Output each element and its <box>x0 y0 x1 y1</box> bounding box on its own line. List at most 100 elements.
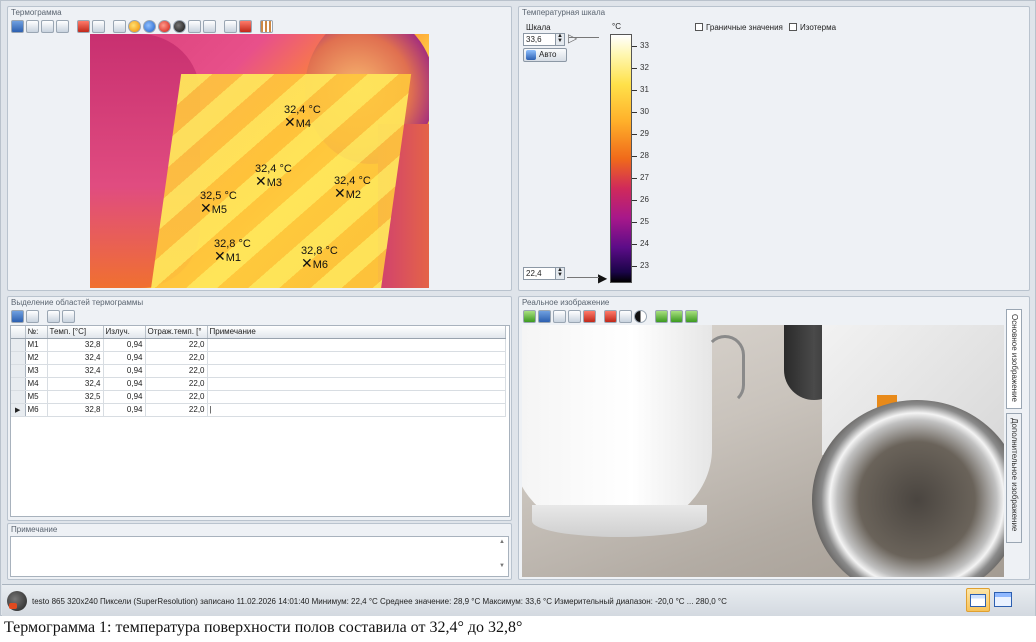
column-header-id[interactable]: №: <box>25 326 48 339</box>
cell-emissivity[interactable]: 0,94 <box>103 390 146 404</box>
print-icon[interactable] <box>41 19 54 33</box>
copy-icon[interactable] <box>26 309 39 323</box>
cell-id[interactable]: M1 <box>25 338 48 352</box>
cell-emissivity[interactable]: 0,94 <box>103 351 146 365</box>
cold-spot-icon[interactable] <box>143 19 156 33</box>
thermogram-image[interactable]: 32,4 °C ✕M4 32,4 °C ✕M3 32,4 °C ✕M2 32,5 °C… <box>90 34 429 288</box>
cell-reflected-temp[interactable]: 22,0 <box>145 364 208 378</box>
save-icon[interactable] <box>538 309 551 323</box>
cell-reflected-temp[interactable]: 22,0 <box>145 377 208 391</box>
isotherm-checkbox[interactable]: Изотерма <box>789 23 836 32</box>
histogram-icon[interactable] <box>188 19 201 33</box>
cell-id[interactable]: M3 <box>25 364 48 378</box>
cell-emissivity[interactable]: 0,94 <box>103 364 146 378</box>
row-header[interactable] <box>11 390 26 404</box>
cell-temp[interactable]: 32,8 <box>47 338 104 352</box>
tab-extra-image[interactable]: Дополнительное изображение <box>1006 413 1022 543</box>
table-row[interactable]: M4 32,4 0,94 22,0 <box>11 377 506 391</box>
flip-icon[interactable] <box>619 309 632 323</box>
delete-icon[interactable] <box>583 309 596 323</box>
cell-temp[interactable]: 32,4 <box>47 351 104 365</box>
cell-temp[interactable]: 32,4 <box>47 377 104 391</box>
cell-note[interactable]: | <box>207 403 506 417</box>
measure-point-icon[interactable] <box>128 19 141 33</box>
delete-row-icon[interactable] <box>47 309 60 323</box>
cell-note[interactable] <box>207 390 506 404</box>
pointer-icon[interactable] <box>62 309 75 323</box>
palette-icon[interactable] <box>604 309 617 323</box>
zoom-in-icon[interactable] <box>655 309 668 323</box>
palette-icon[interactable] <box>77 19 90 33</box>
table-row[interactable]: M5 32,5 0,94 22,0 <box>11 390 506 404</box>
multi-view-button[interactable] <box>994 590 1016 610</box>
column-header-emissivity[interactable]: Излуч. <box>103 326 146 339</box>
zoom-out-icon[interactable] <box>670 309 683 323</box>
delete-icon[interactable] <box>239 19 252 33</box>
checkbox-icon[interactable] <box>789 23 797 31</box>
single-view-button[interactable] <box>966 588 990 612</box>
spin-arrows-icon[interactable]: ▲ ▼ <box>555 33 564 45</box>
marker-M5[interactable]: 32,5 °C ✕M5 <box>200 190 237 216</box>
select-area-icon[interactable] <box>224 19 237 33</box>
row-header[interactable] <box>11 364 26 378</box>
contrast-icon[interactable] <box>634 309 647 323</box>
cell-reflected-temp[interactable]: 22,0 <box>145 351 208 365</box>
cell-reflected-temp[interactable]: 22,0 <box>145 403 208 417</box>
scroll-arrows-icon[interactable]: ▲ ▼ <box>499 538 507 570</box>
marker-M4[interactable]: 32,4 °C ✕M4 <box>284 104 321 130</box>
table-row[interactable]: M2 32,4 0,94 22,0 <box>11 351 506 365</box>
color-scale-bar[interactable] <box>610 34 632 283</box>
row-header[interactable] <box>11 338 26 352</box>
cell-note[interactable] <box>207 351 506 365</box>
cell-id[interactable]: M2 <box>25 351 48 365</box>
column-header-temp[interactable]: Темп. [°C] <box>47 326 104 339</box>
table-row[interactable]: M1 32,8 0,94 22,0 <box>11 338 506 352</box>
print-icon[interactable] <box>568 309 581 323</box>
marker-M2[interactable]: 32,4 °C ✕M2 <box>334 175 371 201</box>
table-row[interactable]: M3 32,4 0,94 22,0 <box>11 364 506 378</box>
save-icon[interactable] <box>11 19 24 33</box>
no-entry-icon[interactable] <box>173 19 186 33</box>
column-header-reflected-temp[interactable]: Отраж.темп. [° <box>145 326 208 339</box>
marker-M3[interactable]: 32,4 °C ✕M3 <box>255 163 292 189</box>
real-photo[interactable] <box>522 325 1004 577</box>
copy-icon[interactable] <box>553 309 566 323</box>
cell-id[interactable]: M5 <box>25 390 48 404</box>
scale-max-input[interactable]: 33,6 ▲ ▼ <box>523 33 565 46</box>
profile-icon[interactable] <box>203 19 216 33</box>
scale-min-pointer-icon[interactable]: ▶ <box>598 271 607 285</box>
flip-icon[interactable] <box>92 19 105 33</box>
open-icon[interactable] <box>523 309 536 323</box>
marker-M1[interactable]: 32,8 °C ✕M1 <box>214 238 251 264</box>
cell-temp[interactable]: 32,5 <box>47 390 104 404</box>
scale-max-pointer-icon[interactable]: ▷ <box>568 31 577 45</box>
row-header[interactable] <box>11 351 26 365</box>
cell-reflected-temp[interactable]: 22,0 <box>145 390 208 404</box>
table-row[interactable]: ▶ M6 32,8 0,94 22,0 | <box>11 403 506 417</box>
cell-note[interactable] <box>207 377 506 391</box>
export-icon[interactable] <box>56 19 69 33</box>
save-icon[interactable] <box>11 309 24 323</box>
cell-reflected-temp[interactable]: 22,0 <box>145 338 208 352</box>
cell-temp[interactable]: 32,4 <box>47 364 104 378</box>
zoom-fit-icon[interactable] <box>685 309 698 323</box>
cell-emissivity[interactable]: 0,94 <box>103 403 146 417</box>
marker-M6[interactable]: 32,8 °C ✕M6 <box>301 245 338 271</box>
scale-min-input[interactable]: 22,4 ▲ ▼ <box>523 267 565 280</box>
spin-arrows-icon[interactable]: ▲ ▼ <box>555 267 564 279</box>
row-header[interactable]: ▶ <box>11 403 26 417</box>
copy-icon[interactable] <box>26 19 39 33</box>
tab-main-image[interactable]: Основное изображение <box>1006 309 1022 409</box>
cell-emissivity[interactable]: 0,94 <box>103 377 146 391</box>
cell-temp[interactable]: 32,8 <box>47 403 104 417</box>
cell-id[interactable]: M4 <box>25 377 48 391</box>
hot-spot-icon[interactable] <box>158 19 171 33</box>
checkbox-icon[interactable] <box>695 23 703 31</box>
note-textarea[interactable]: ▲ ▼ <box>10 536 509 577</box>
cell-id[interactable]: M6 <box>25 403 48 417</box>
auto-button[interactable]: Авто <box>523 48 567 62</box>
row-header[interactable] <box>11 377 26 391</box>
boundary-values-checkbox[interactable]: Граничные значения <box>695 23 783 32</box>
grid-icon[interactable] <box>260 19 273 33</box>
cell-emissivity[interactable]: 0,94 <box>103 338 146 352</box>
